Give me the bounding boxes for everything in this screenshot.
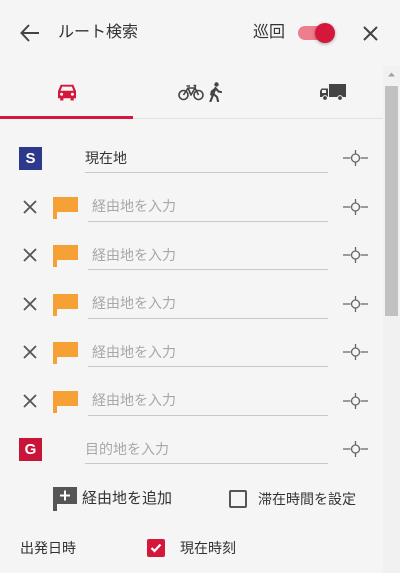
route-search-panel: ルート検索 巡回 S 現在地 経由地を入力 経由地を入力 経由地を入力 経由地を… <box>0 0 400 573</box>
tab-truck[interactable] <box>267 66 400 118</box>
waypoint-input[interactable] <box>88 337 328 368</box>
scrollbar-thumb[interactable] <box>385 86 398 316</box>
waypoint-row <box>0 231 383 280</box>
travel-mode-tabs <box>0 66 400 119</box>
crosshair-icon[interactable] <box>343 198 368 215</box>
flag-icon <box>53 196 78 219</box>
crosshair-icon[interactable] <box>343 392 368 409</box>
current-time-label[interactable]: 現在時刻 <box>180 538 236 558</box>
crosshair-icon[interactable] <box>343 295 368 312</box>
waypoint-input[interactable] <box>88 240 328 271</box>
crosshair-icon[interactable] <box>343 344 368 361</box>
page-title: ルート検索 <box>58 24 139 41</box>
scrollbar[interactable] <box>383 66 400 573</box>
waypoint-input[interactable] <box>88 191 328 222</box>
car-icon <box>56 83 78 101</box>
walking-icon <box>208 82 222 102</box>
start-badge: S <box>19 146 42 170</box>
truck-icon <box>320 83 347 101</box>
add-waypoint-button[interactable]: 経由地を追加 <box>52 486 176 512</box>
goal-badge: G <box>19 437 42 461</box>
waypoint-row <box>0 183 383 232</box>
crosshair-icon[interactable] <box>343 441 368 458</box>
waypoint-row <box>0 377 383 426</box>
start-row: S <box>0 134 383 183</box>
waypoint-row <box>0 328 383 377</box>
close-icon[interactable] <box>363 26 378 41</box>
remove-waypoint-icon[interactable] <box>23 345 37 359</box>
stay-time-checkbox[interactable] <box>229 490 247 508</box>
goal-row: G <box>0 425 383 474</box>
bicycle-icon <box>178 83 204 101</box>
stay-time-label[interactable]: 滞在時間を設定 <box>258 489 356 509</box>
add-waypoint-label: 経由地を追加 <box>82 490 173 507</box>
flag-icon <box>53 341 78 365</box>
scroll-up-arrow-icon[interactable] <box>383 66 400 83</box>
departure-label: 出発日時 <box>20 540 76 556</box>
loop-toggle[interactable] <box>297 23 337 43</box>
tab-car[interactable] <box>0 66 134 119</box>
waypoint-input[interactable] <box>88 288 328 319</box>
remove-waypoint-icon[interactable] <box>23 297 37 311</box>
loop-toggle-thumb <box>315 23 335 43</box>
flag-icon <box>53 293 78 316</box>
crosshair-icon[interactable] <box>343 247 368 264</box>
goal-input[interactable] <box>85 434 328 465</box>
waypoint-row <box>0 280 383 329</box>
back-arrow-icon[interactable] <box>20 24 40 42</box>
remove-waypoint-icon[interactable] <box>23 248 37 262</box>
remove-waypoint-icon[interactable] <box>23 394 37 408</box>
route-points: S 現在地 経由地を入力 経由地を入力 経由地を入力 経由地を入力 経由地を入力… <box>0 134 383 474</box>
loop-label: 巡回 <box>253 24 286 41</box>
remove-waypoint-icon[interactable] <box>23 200 37 214</box>
tab-bicycle-walk[interactable] <box>133 66 266 118</box>
start-input[interactable] <box>85 143 328 174</box>
current-time-checkbox[interactable] <box>147 539 165 557</box>
waypoint-input[interactable] <box>88 385 328 416</box>
flag-icon <box>53 390 78 413</box>
crosshair-icon[interactable] <box>343 150 368 167</box>
add-flag-icon <box>53 487 77 511</box>
flag-icon <box>53 244 78 268</box>
